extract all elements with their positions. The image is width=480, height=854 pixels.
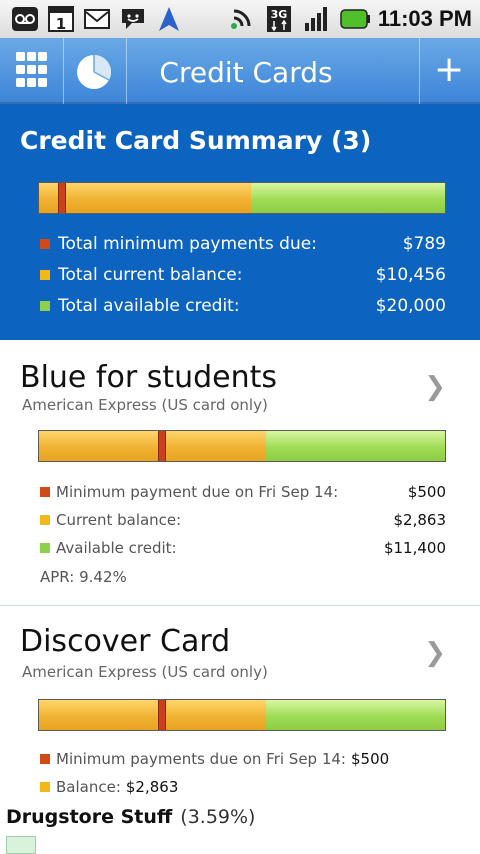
chevron-right-icon[interactable]: ❯ — [424, 372, 446, 402]
card-blue-for-students[interactable]: Blue for students American Express (US c… — [0, 340, 480, 606]
category-swatch — [6, 836, 36, 854]
battery-icon — [340, 4, 370, 34]
card-row-minimum: Minimum payments due on Fri Sep 14: $500 — [40, 747, 446, 771]
minimum-swatch — [40, 239, 50, 249]
summary-row-value: $20,000 — [375, 296, 446, 316]
calendar-day: 1 — [56, 15, 66, 33]
card-available-fill — [266, 431, 445, 461]
chevron-right-icon[interactable]: ❯ — [424, 638, 446, 668]
summary-title: Credit Card Summary (3) — [20, 126, 372, 155]
card-row-label: Current balance: — [56, 511, 182, 529]
card-usage-bar — [38, 430, 446, 462]
network-3g-icon: 3G — [264, 4, 294, 34]
card-row-label: Minimum payments due on Fri Sep 14: — [56, 750, 346, 768]
card-row-label: Balance: — [56, 778, 121, 796]
gmail-icon — [82, 4, 112, 34]
category-name: Drugstore Stuff — [6, 806, 173, 828]
card-issuer: American Express (US card only) — [22, 396, 268, 414]
card-discover[interactable]: Discover Card American Express (US card … — [0, 606, 480, 802]
card-row-value: $11,400 — [383, 539, 446, 557]
balance-swatch — [40, 270, 50, 280]
summary-row-balance: Total current balance: $10,456 — [40, 261, 446, 289]
summary-row-value: $10,456 — [375, 265, 446, 285]
calendar-icon: 1 — [46, 4, 76, 34]
add-card-icon[interactable]: + — [434, 50, 464, 90]
category-drugstore[interactable]: Drugstore Stuff (3.59%) — [6, 806, 255, 828]
card-available-fill — [266, 700, 445, 730]
status-bar: 1 3G 11:03 PM — [0, 0, 480, 39]
card-issuer: American Express (US card only) — [22, 663, 268, 681]
signal-icon — [302, 4, 332, 34]
summary-usage-bar — [38, 182, 446, 214]
credit-card-summary: Credit Card Summary (3) Total minimum pa… — [0, 104, 480, 340]
card-used-fill — [39, 700, 267, 730]
category-percent: (3.59%) — [180, 806, 256, 828]
card-row-value: $500 — [407, 483, 446, 501]
navigation-icon — [154, 4, 184, 34]
summary-available-fill — [251, 183, 445, 213]
card-usage-bar — [38, 699, 446, 731]
app-title: Credit Cards — [159, 56, 333, 89]
available-swatch — [40, 543, 50, 553]
card-used-fill — [39, 431, 267, 461]
pie-chart-icon[interactable] — [76, 54, 112, 90]
card-minimum-marker — [157, 700, 166, 730]
card-name: Blue for students — [20, 360, 278, 395]
summary-row-minimum: Total minimum payments due: $789 — [40, 230, 446, 258]
summary-row-label: Total current balance: — [58, 265, 243, 285]
status-time: 11:03 PM — [377, 6, 472, 31]
balance-swatch — [40, 515, 50, 525]
app-bar: Credit Cards + — [0, 38, 480, 104]
summary-minimum-marker — [58, 183, 67, 213]
card-row-minimum: Minimum payment due on Fri Sep 14: $500 — [40, 480, 446, 504]
available-swatch — [40, 301, 50, 311]
card-row-label: Available credit: — [56, 539, 177, 557]
minimum-swatch — [40, 754, 50, 764]
card-row-balance: Balance: $2,863 — [40, 775, 446, 799]
summary-used-fill — [39, 183, 252, 213]
network-label: 3G — [270, 8, 287, 21]
summary-row-available: Total available credit: $20,000 — [40, 292, 446, 320]
card-row-value: $2,863 — [393, 511, 447, 529]
summary-row-value: $789 — [402, 234, 446, 254]
card-name: Discover Card — [20, 624, 231, 659]
card-minimum-marker — [157, 431, 166, 461]
sync-icon — [226, 4, 256, 34]
card-row-available: Available credit: $11,400 — [40, 536, 446, 560]
summary-row-label: Total minimum payments due: — [58, 234, 317, 254]
grid-menu-icon[interactable] — [16, 50, 48, 90]
summary-row-label: Total available credit: — [58, 296, 240, 316]
chat-icon — [118, 4, 148, 34]
card-apr: APR: 9.42% — [40, 568, 127, 586]
card-row-value: $2,863 — [125, 778, 179, 796]
card-row-label: Minimum payment due on Fri Sep 14: — [56, 483, 339, 501]
card-row-balance: Current balance: $2,863 — [40, 508, 446, 532]
minimum-swatch — [40, 487, 50, 497]
balance-swatch — [40, 782, 50, 792]
card-row-value: $500 — [350, 750, 390, 768]
voicemail-icon — [10, 4, 40, 34]
